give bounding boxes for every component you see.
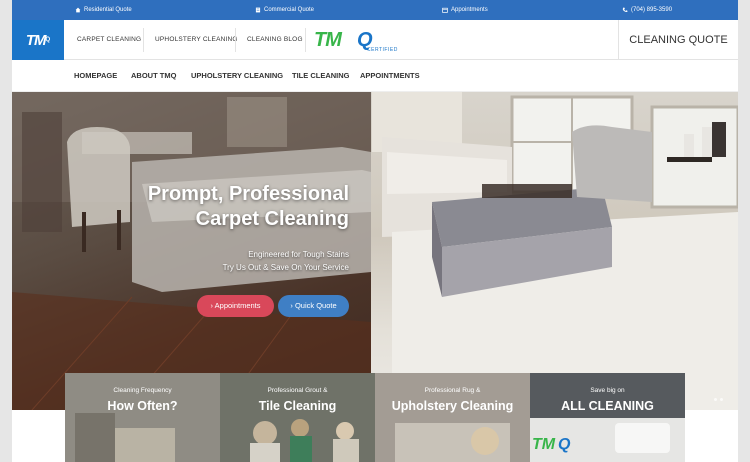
nav-tile-cleaning[interactable]: TILE CLEANING (292, 60, 350, 92)
hero-sub-line2: Try Us Out & Save On Your Service (222, 263, 349, 272)
nav-appointments[interactable]: APPOINTMENTS (360, 60, 420, 92)
hero-banner: Prompt, Professional Carpet Cleaning Eng… (12, 92, 738, 410)
tmq-certified-logo: TM Q CERTIFIED (314, 29, 409, 54)
cleaning-quote-link[interactable]: CLEANING QUOTE (618, 20, 738, 60)
quick-quote-button[interactable]: › Quick Quote (278, 295, 349, 317)
divider (143, 28, 144, 52)
card-title: Tile Cleaning (258, 399, 337, 413)
card-small-text: Cleaning Frequency (113, 387, 172, 394)
nav-about-tmq[interactable]: ABOUT TMQ (131, 60, 176, 92)
svg-text:Q: Q (558, 436, 571, 453)
appointments-button[interactable]: › Appointments (197, 295, 274, 317)
phone-link[interactable]: (704) 895-3590 (622, 0, 672, 20)
card-small-text: Professional Rug & (424, 387, 481, 394)
commercial-quote-link[interactable]: Commercial Quote (255, 0, 314, 20)
appointments-label: Appointments (451, 7, 488, 13)
svg-text:TM: TM (532, 436, 556, 453)
phone-icon (622, 7, 628, 12)
site-header: TM Q CARPET CLEANING UPHOLSTERY CLEANING … (12, 20, 738, 60)
commercial-quote-label: Commercial Quote (264, 7, 315, 13)
hero-title-line2: Carpet Cleaning (195, 208, 349, 230)
quick-quote-button-label: Quick Quote (294, 301, 337, 310)
appointments-button-label: Appointments (214, 301, 261, 310)
chevron-right-icon: › (290, 301, 293, 310)
carousel-dots[interactable] (714, 398, 723, 401)
main-nav: HOMEPAGE ABOUT TMQ UPHOLSTERY CLEANING T… (12, 60, 738, 92)
divider (235, 28, 236, 52)
header-nav-upholstery-cleaning[interactable]: UPHOLSTERY CLEANING (155, 20, 238, 60)
residential-quote-link[interactable]: Residential Quote (75, 0, 132, 20)
tmq-logo[interactable]: TM Q (12, 20, 64, 60)
card-title: Upholstery Cleaning (391, 399, 514, 413)
phone-number: (704) 895-3590 (631, 7, 673, 13)
building-icon (255, 7, 261, 13)
card-how-often[interactable]: Cleaning Frequency How Often? (65, 373, 220, 462)
carousel-dot[interactable] (714, 398, 717, 401)
card-small-text: Professional Grout & (267, 387, 328, 394)
card-tile-cleaning[interactable]: Professional Grout & Tile Cleaning (220, 373, 375, 462)
card-all-cleaning[interactable]: TM Q Save big on ALL CLEANING (530, 373, 685, 462)
card-small-text: Save big on (590, 387, 625, 394)
card-upholstery-cleaning[interactable]: Professional Rug & Upholstery Cleaning (375, 373, 530, 462)
home-icon (75, 7, 81, 13)
logo-q: Q (45, 37, 51, 43)
chevron-right-icon: › (210, 301, 213, 310)
top-bar: Residential Quote Commercial Quote Appoi… (12, 0, 738, 20)
nav-upholstery-cleaning[interactable]: UPHOLSTERY CLEANING (191, 60, 283, 92)
feature-cards: Cleaning Frequency How Often? Profession… (65, 373, 685, 462)
residential-quote-label: Residential Quote (84, 7, 132, 13)
hero-sub-line1: Engineered for Tough Stains (248, 250, 349, 259)
page: Residential Quote Commercial Quote Appoi… (12, 0, 738, 462)
header-nav-carpet-cleaning[interactable]: CARPET CLEANING (77, 20, 141, 60)
hero-subtitle: Engineered for Tough Stains Try Us Out &… (112, 248, 349, 274)
divider (305, 28, 306, 52)
nav-homepage[interactable]: HOMEPAGE (74, 60, 117, 92)
carousel-dot[interactable] (720, 398, 723, 401)
logo-text: TM (25, 31, 47, 49)
certified-logo-text: TM (314, 29, 342, 51)
certified-label: CERTIFIED (367, 47, 398, 53)
hero-title-line1: Prompt, Professional (147, 183, 349, 205)
appointments-link[interactable]: Appointments (442, 0, 488, 20)
header-nav-cleaning-blog[interactable]: CLEANING BLOG (247, 20, 303, 60)
card-title: How Often? (107, 399, 178, 413)
calendar-icon (442, 7, 448, 13)
hero-title: Prompt, Professional Carpet Cleaning (112, 182, 349, 232)
card-title: ALL CLEANING (561, 399, 654, 413)
